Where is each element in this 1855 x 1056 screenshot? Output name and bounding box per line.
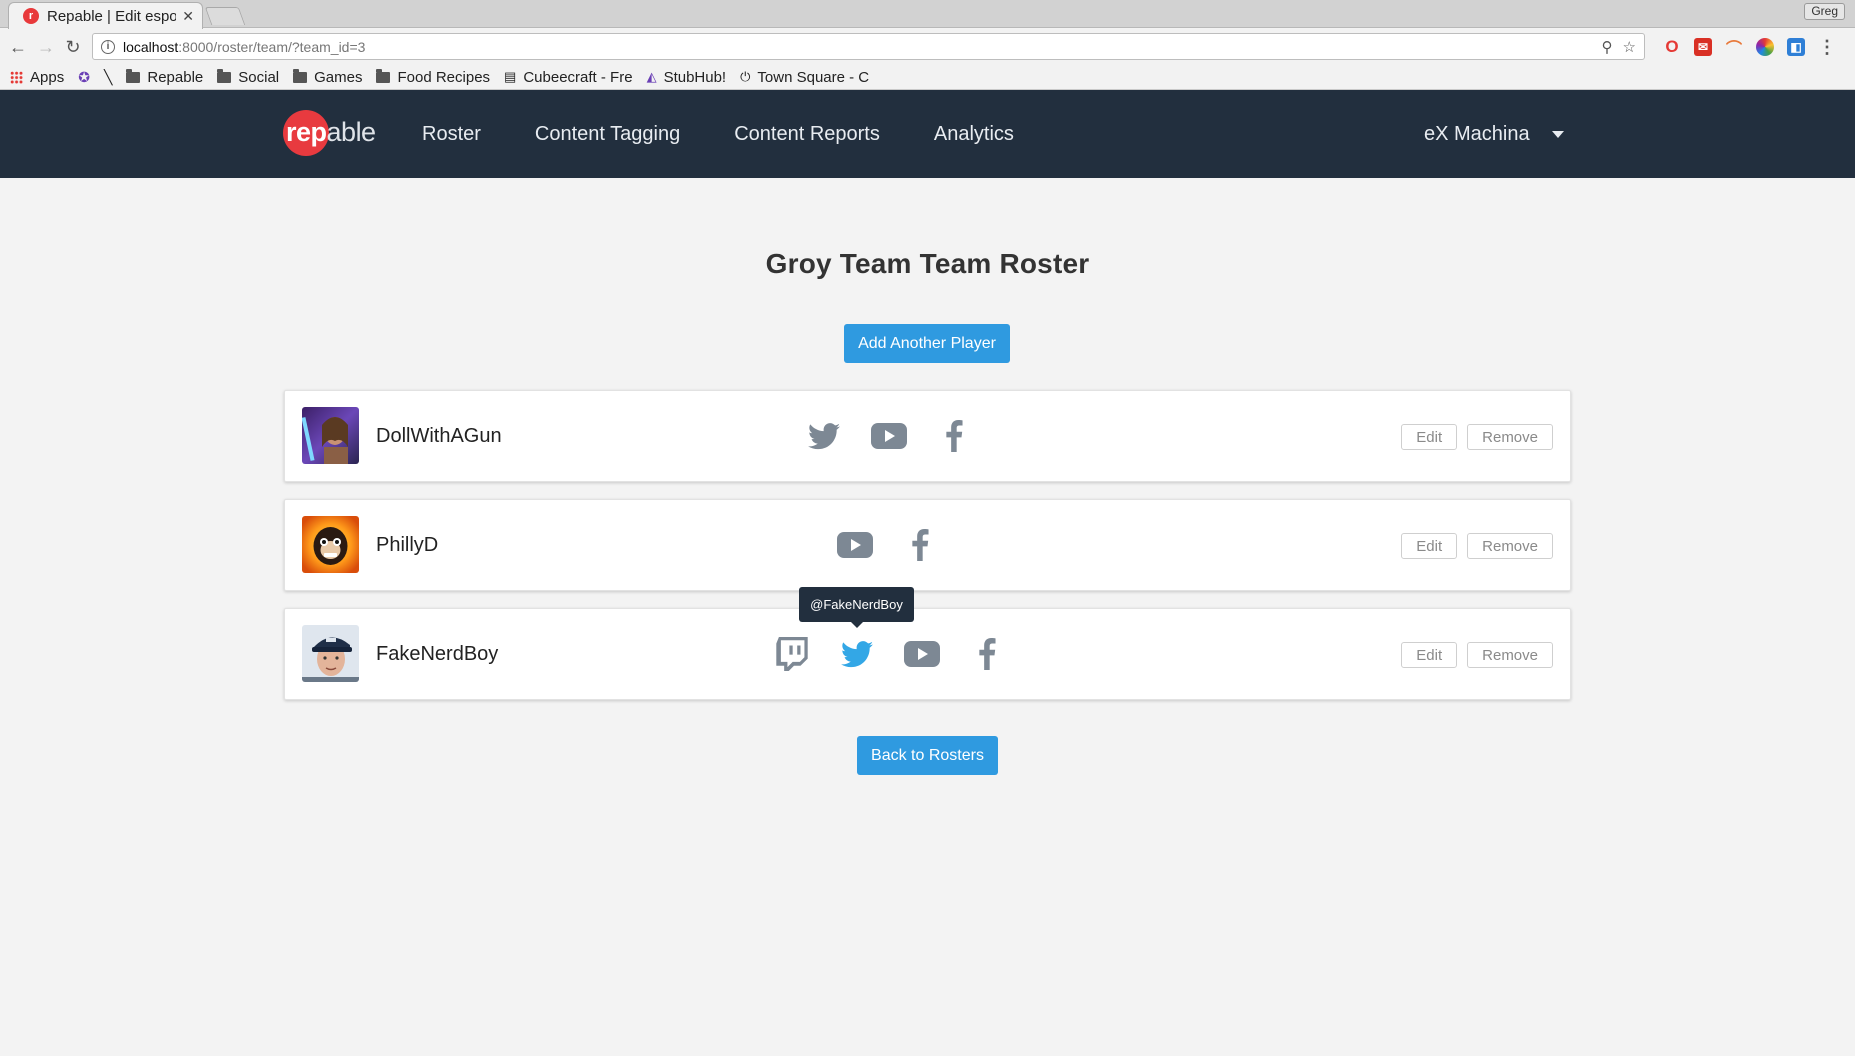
player-avatar bbox=[302, 516, 359, 573]
folder-icon bbox=[217, 68, 232, 83]
back-to-rosters-button[interactable]: Back to Rosters bbox=[857, 736, 998, 775]
nav-link-analytics[interactable]: Analytics bbox=[934, 123, 1014, 146]
nav-link-content-reports[interactable]: Content Reports bbox=[734, 123, 880, 146]
reload-icon[interactable]: ↻ bbox=[63, 37, 83, 57]
folder-icon bbox=[293, 68, 308, 83]
folder-icon bbox=[376, 68, 391, 83]
social-links bbox=[773, 609, 1006, 699]
extension-icons: O ✉ ⌒ ◧ ⋮ bbox=[1663, 37, 1836, 59]
color-picker-extension-icon[interactable] bbox=[1756, 38, 1774, 56]
player-actions: Edit Remove bbox=[1401, 642, 1553, 668]
twitter-icon[interactable] bbox=[805, 417, 843, 455]
player-name: DollWithAGun bbox=[376, 424, 502, 447]
tab-title: Repable | Edit espo bbox=[47, 7, 177, 25]
bookmark-folder-games[interactable]: Games bbox=[293, 68, 362, 86]
forward-arrow-icon[interactable]: → bbox=[36, 37, 56, 57]
remove-button[interactable]: Remove bbox=[1467, 642, 1553, 668]
extension-icon: ✪ bbox=[78, 68, 90, 85]
account-name: eX Machina bbox=[1424, 122, 1530, 145]
edit-button[interactable]: Edit bbox=[1401, 533, 1458, 559]
address-bar[interactable]: i localhost:8000/roster/team/?team_id=3 … bbox=[92, 33, 1645, 60]
twitter-handle-tooltip: @FakeNerdBoy bbox=[799, 587, 914, 628]
facebook-icon[interactable] bbox=[935, 417, 973, 455]
page-title: Groy Team Team Roster bbox=[765, 248, 1090, 279]
site-info-icon[interactable]: i bbox=[101, 39, 115, 54]
player-name: FakeNerdBoy bbox=[376, 642, 499, 665]
social-links bbox=[805, 391, 973, 481]
social-links bbox=[836, 500, 939, 590]
edit-button[interactable]: Edit bbox=[1401, 642, 1458, 668]
bookmark-town-square[interactable]: ⏻ Town Square - C bbox=[740, 69, 869, 86]
logo-rep-text: rep bbox=[286, 117, 327, 147]
apps-grid-icon bbox=[10, 70, 23, 84]
repable-logo[interactable]: repable bbox=[283, 110, 376, 156]
nav-link-content-tagging[interactable]: Content Tagging bbox=[535, 123, 680, 146]
remove-button[interactable]: Remove bbox=[1467, 533, 1553, 559]
wand-icon: ╲ bbox=[103, 68, 113, 85]
add-player-button[interactable]: Add Another Player bbox=[844, 324, 1010, 363]
bookmark-apps[interactable]: Apps bbox=[10, 69, 64, 86]
folder-icon bbox=[126, 68, 141, 83]
bookmark-folder-food-recipes[interactable]: Food Recipes bbox=[376, 68, 490, 86]
back-arrow-icon[interactable]: ← bbox=[8, 37, 28, 57]
repable-favicon-icon: r bbox=[23, 8, 39, 24]
zoom-icon[interactable]: ⚲ bbox=[1602, 38, 1613, 56]
rainbow-extension-icon[interactable]: ⌒ bbox=[1725, 38, 1743, 58]
twitter-icon[interactable] bbox=[838, 635, 876, 673]
bookmark-wand[interactable]: ╲ bbox=[104, 69, 112, 86]
bookmark-folder-repable[interactable]: Repable bbox=[126, 68, 203, 86]
youtube-icon[interactable] bbox=[903, 635, 941, 673]
player-avatar bbox=[302, 407, 359, 464]
player-actions: Edit Remove bbox=[1401, 424, 1553, 450]
browser-tab[interactable]: r Repable | Edit espo ✕ bbox=[8, 2, 203, 29]
facebook-icon[interactable] bbox=[901, 526, 939, 564]
caret-down-icon bbox=[1551, 130, 1564, 138]
window-extension-icon[interactable]: ◧ bbox=[1787, 38, 1805, 56]
nav-links: Roster Content Tagging Content Reports A… bbox=[422, 90, 1014, 178]
app-navbar: repable Roster Content Tagging Content R… bbox=[0, 90, 1855, 178]
player-card: DollWithAGun Edit Remove bbox=[284, 390, 1571, 482]
stubhub-icon: ◭ bbox=[646, 69, 657, 84]
facebook-icon[interactable] bbox=[968, 635, 1006, 673]
url-host: localhost bbox=[123, 38, 179, 55]
player-card: PhillyD Edit Remove bbox=[284, 499, 1571, 591]
edit-button[interactable]: Edit bbox=[1401, 424, 1458, 450]
remove-button[interactable]: Remove bbox=[1467, 424, 1553, 450]
opera-extension-icon[interactable]: O bbox=[1663, 37, 1681, 56]
url-path: :8000/roster/team/?team_id=3 bbox=[178, 38, 366, 55]
chrome-menu-icon[interactable]: ⋮ bbox=[1818, 37, 1836, 57]
nav-link-roster[interactable]: Roster bbox=[422, 123, 481, 146]
youtube-icon[interactable] bbox=[870, 417, 908, 455]
gmail-extension-icon[interactable]: ✉ bbox=[1694, 38, 1712, 56]
bookmarks-bar: Apps ✪ ╲ Repable Social Games Food Recip… bbox=[0, 65, 1855, 90]
bookmark-star-icon[interactable]: ☆ bbox=[1623, 38, 1636, 56]
browser-toolbar: ← → ↻ i localhost:8000/roster/team/?team… bbox=[0, 29, 1855, 65]
bookmark-cubeecraft[interactable]: ▤ Cubeecraft - Fre bbox=[504, 69, 633, 86]
browser-tab-strip: r Repable | Edit espo ✕ Greg bbox=[0, 0, 1855, 29]
bookmark-extension[interactable]: ✪ bbox=[78, 69, 90, 86]
logo-able-text: able bbox=[326, 117, 377, 147]
bookmark-stubhub[interactable]: ◭ StubHub! bbox=[647, 69, 727, 86]
close-tab-icon[interactable]: ✕ bbox=[182, 8, 194, 25]
account-dropdown[interactable]: eX Machina bbox=[1424, 90, 1564, 178]
player-avatar bbox=[302, 625, 359, 682]
bookmark-folder-social[interactable]: Social bbox=[217, 68, 279, 86]
page-icon: ▤ bbox=[504, 69, 517, 84]
twitch-icon[interactable] bbox=[773, 635, 811, 673]
profile-button[interactable]: Greg bbox=[1804, 3, 1845, 20]
new-tab-button[interactable] bbox=[204, 7, 246, 25]
player-actions: Edit Remove bbox=[1401, 533, 1553, 559]
power-icon: ⏻ bbox=[740, 69, 751, 84]
youtube-icon[interactable] bbox=[836, 526, 874, 564]
player-card: FakeNerdBoy Edit Remove bbox=[284, 608, 1571, 700]
player-name: PhillyD bbox=[376, 533, 439, 556]
